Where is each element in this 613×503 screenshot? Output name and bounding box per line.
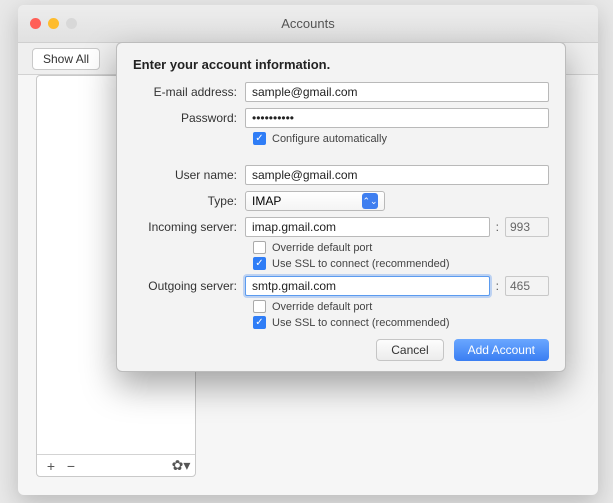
outgoing-server-field[interactable] <box>245 276 490 296</box>
checkbox-icon <box>253 241 266 254</box>
use-ssl-label: Use SSL to connect (recommended) <box>272 258 450 270</box>
configure-auto-checkbox[interactable]: ✓ Configure automatically <box>253 132 549 145</box>
password-label: Password: <box>133 111 245 125</box>
gear-icon[interactable]: ✿▾ <box>171 457 191 474</box>
remove-account-button[interactable]: − <box>61 458 81 474</box>
password-field[interactable] <box>245 108 549 128</box>
sheet-heading: Enter your account information. <box>133 57 549 72</box>
type-label: Type: <box>133 194 245 208</box>
outgoing-ssl-checkbox[interactable]: ✓ Use SSL to connect (recommended) <box>253 316 549 329</box>
override-port-label: Override default port <box>272 242 372 254</box>
username-field[interactable] <box>245 165 549 185</box>
outgoing-override-port-checkbox[interactable]: Override default port <box>253 300 549 313</box>
colon: : <box>496 279 499 293</box>
incoming-label: Incoming server: <box>133 220 245 234</box>
checkbox-icon <box>253 300 266 313</box>
add-account-button[interactable]: Add Account <box>454 339 549 361</box>
incoming-server-field[interactable] <box>245 217 490 237</box>
checkbox-icon: ✓ <box>253 316 266 329</box>
sidebar-footer: + − ✿▾ <box>37 454 195 476</box>
type-select[interactable]: IMAP ⌃⌄ <box>245 191 385 211</box>
type-value: IMAP <box>252 194 281 208</box>
email-field[interactable] <box>245 82 549 102</box>
email-label: E-mail address: <box>133 85 245 99</box>
chevron-updown-icon: ⌃⌄ <box>362 193 378 209</box>
show-all-button[interactable]: Show All <box>32 48 100 70</box>
configure-auto-label: Configure automatically <box>272 133 387 145</box>
override-port-label2: Override default port <box>272 301 372 313</box>
titlebar: Accounts <box>18 5 598 43</box>
checkbox-icon: ✓ <box>253 257 266 270</box>
cancel-button[interactable]: Cancel <box>376 339 443 361</box>
checkbox-icon: ✓ <box>253 132 266 145</box>
use-ssl-label2: Use SSL to connect (recommended) <box>272 317 450 329</box>
add-account-button[interactable]: + <box>41 458 61 474</box>
incoming-override-port-checkbox[interactable]: Override default port <box>253 241 549 254</box>
account-setup-sheet: Enter your account information. E-mail a… <box>116 42 566 372</box>
outgoing-port-field[interactable] <box>505 276 549 296</box>
window-title: Accounts <box>18 16 598 31</box>
username-label: User name: <box>133 168 245 182</box>
colon: : <box>496 220 499 234</box>
incoming-ssl-checkbox[interactable]: ✓ Use SSL to connect (recommended) <box>253 257 549 270</box>
outgoing-label: Outgoing server: <box>133 279 245 293</box>
incoming-port-field[interactable] <box>505 217 549 237</box>
